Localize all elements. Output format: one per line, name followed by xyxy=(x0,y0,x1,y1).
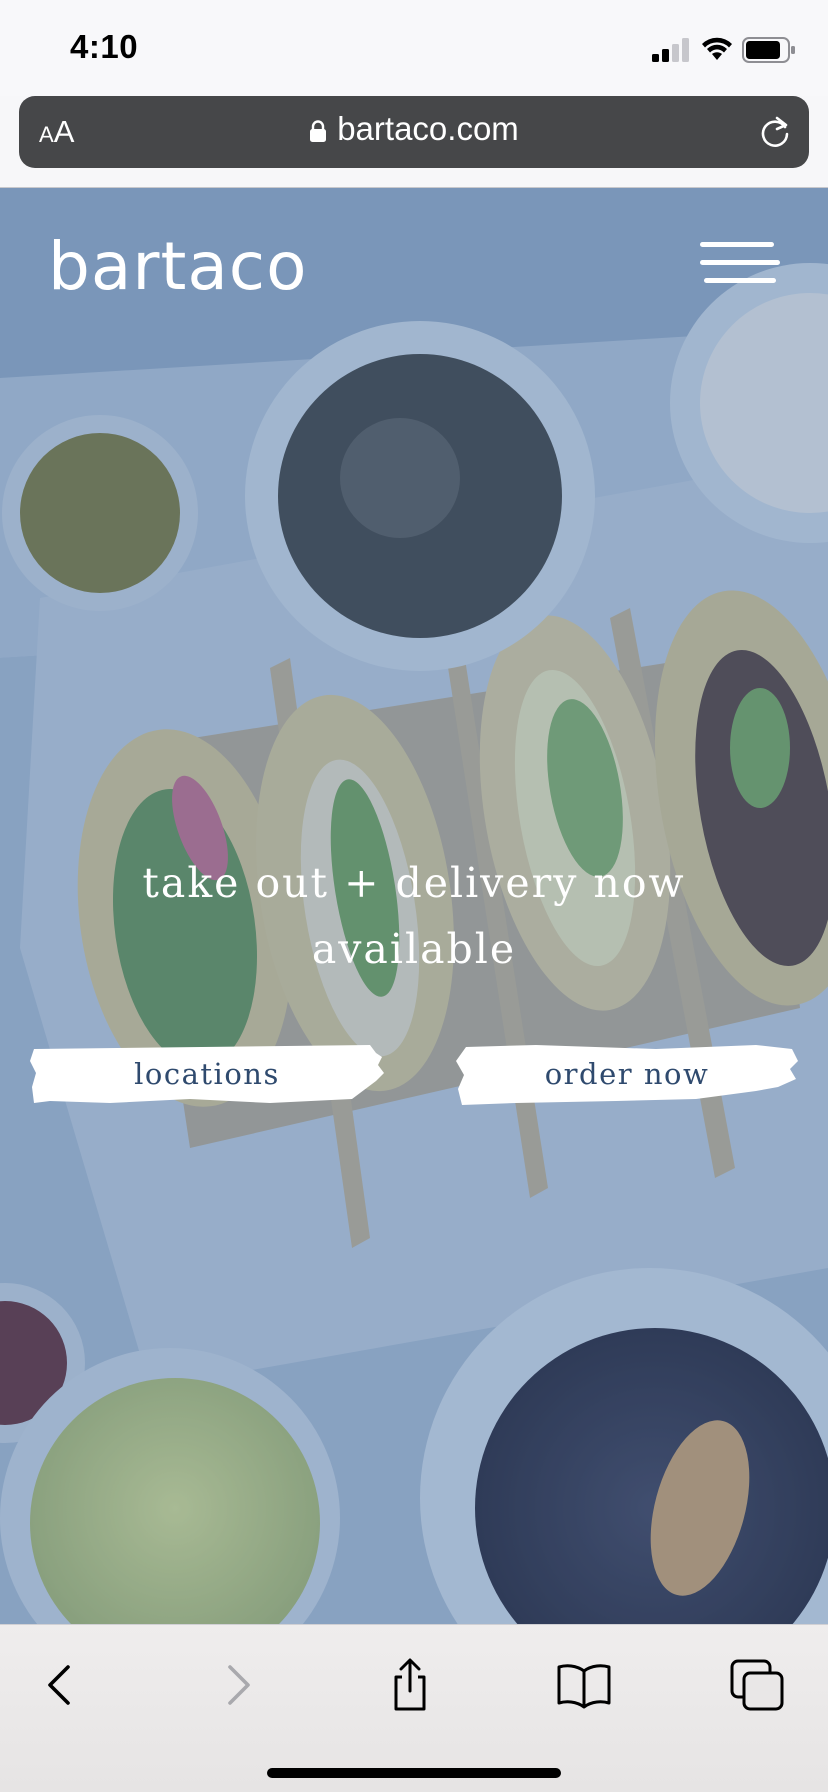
wifi-icon xyxy=(702,37,732,60)
menu-line xyxy=(700,260,780,265)
home-indicator xyxy=(267,1768,561,1778)
bookmarks-icon[interactable] xyxy=(554,1655,614,1715)
hero-section: bartaco take out + delivery now availabl… xyxy=(0,188,828,1624)
status-bar: 4:10 xyxy=(0,0,828,96)
back-icon[interactable] xyxy=(32,1655,92,1715)
order-now-button[interactable]: order now xyxy=(456,1043,798,1107)
url-display[interactable]: bartaco.com xyxy=(19,110,809,148)
address-bar[interactable]: AA bartaco.com xyxy=(19,96,809,168)
url-text: bartaco.com xyxy=(337,110,519,147)
forward-icon[interactable] xyxy=(206,1655,266,1715)
battery-icon xyxy=(742,37,795,63)
share-icon[interactable] xyxy=(380,1655,440,1715)
tabs-icon[interactable] xyxy=(728,1655,788,1715)
locations-label: locations xyxy=(134,1057,280,1091)
menu-line xyxy=(700,242,774,247)
order-now-label: order now xyxy=(544,1057,710,1091)
reload-icon[interactable] xyxy=(757,114,793,150)
browser-toolbar xyxy=(0,1624,828,1792)
locations-button[interactable]: locations xyxy=(30,1043,384,1107)
status-time: 4:10 xyxy=(70,28,139,65)
hamburger-menu-icon[interactable] xyxy=(700,232,780,292)
menu-line xyxy=(704,278,776,283)
hero-headline: take out + delivery now available xyxy=(142,859,686,973)
cellular-signal-icon xyxy=(652,38,689,62)
bartaco-logo[interactable]: bartaco xyxy=(48,228,307,305)
lock-icon xyxy=(310,120,327,142)
